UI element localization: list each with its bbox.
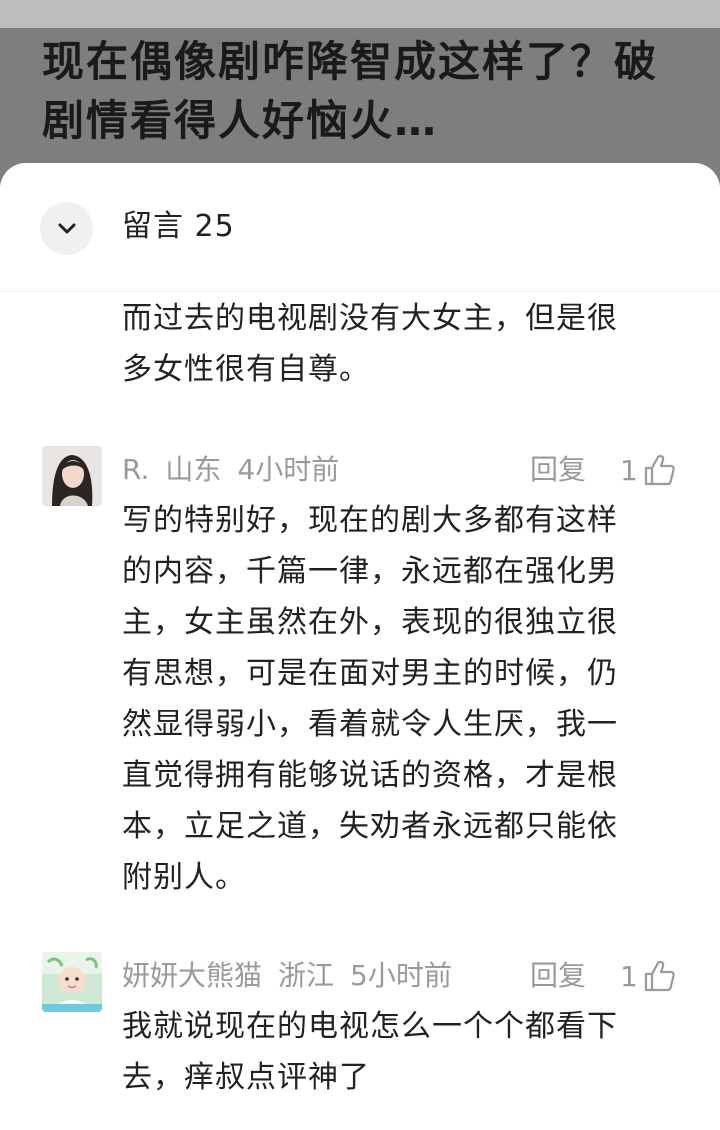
comment-text-line: 去，痒叔点评神了 [122, 1060, 370, 1095]
comment-text-line: 写的特别好，现在的剧大多都有这样 [122, 503, 618, 538]
comment-meta: R. 山东 4小时前 [122, 450, 339, 490]
like-button[interactable]: 1 [620, 956, 676, 996]
comment-text: 写的特别好，现在的剧大多都有这样 的内容，千篇一律，永远都在强化男 主，女主虽然… [122, 495, 662, 903]
comment-time: 5小时前 [350, 959, 452, 992]
comment-username[interactable]: 妍妍大熊猫 [122, 956, 262, 996]
thumbs-up-icon [644, 960, 675, 992]
comment-text-line: 而过去的电视剧没有大女主，但是很 [122, 301, 618, 336]
reply-button[interactable]: 回复 [530, 956, 586, 996]
comment-text: 而过去的电视剧没有大女主，但是很 多女性很有自尊。 [122, 293, 662, 395]
comment-text-line: 的内容，千篇一律，永远都在强化男 [122, 554, 618, 589]
avatar[interactable] [42, 952, 102, 1012]
like-count: 1 [620, 453, 638, 487]
comment-text-line: 附别人。 [122, 860, 246, 895]
reply-button[interactable]: 回复 [530, 450, 586, 490]
comment-count-title: 留言 25 [122, 209, 235, 244]
comment-time: 4小时前 [237, 453, 340, 486]
avatar[interactable] [42, 446, 102, 506]
comment-text: 我就说现在的电视怎么一个个都看下 去，痒叔点评神了 [122, 1001, 662, 1103]
comment-sheet: 留言 25 而过去的电视剧没有大女主，但是很 多女性很有自尊。 R. 山东 4小… [0, 163, 720, 1130]
thumbs-up-icon [644, 454, 675, 486]
avatar-image [42, 446, 102, 506]
comment-username[interactable]: R. [122, 450, 149, 490]
comment-text-line: 有思想，可是在面对男主的时候，仍 [122, 656, 618, 691]
comment-text-line: 多女性很有自尊。 [122, 352, 370, 387]
comment-text-line: 直觉得拥有能够说话的资格，才是根 [122, 758, 618, 793]
comment-location: 浙江 [278, 959, 335, 992]
article-top-strip [0, 0, 720, 28]
comment-text-line: 我就说现在的电视怎么一个个都看下 [122, 1009, 618, 1044]
like-button[interactable]: 1 [620, 450, 676, 490]
comment-meta: 妍妍大熊猫 浙江 5小时前 [122, 956, 452, 996]
article-title: 现在偶像剧咋降智成这样了？破剧情看得人好恼火… [42, 37, 659, 145]
collapse-button[interactable] [40, 202, 93, 255]
comment-sheet-header: 留言 25 [0, 163, 720, 292]
comment-text-line: 主，女主虽然在外，表现的很独立很 [122, 605, 618, 640]
comment-text-line: 然显得弱小，看着就令人生厌，我一 [122, 707, 618, 742]
comment-text-line: 本，立足之道，失劝者永远都只能依 [122, 809, 618, 844]
comment-location: 山东 [165, 453, 222, 486]
like-count: 1 [620, 959, 638, 993]
chevron-down-icon [58, 223, 75, 233]
avatar-image [42, 952, 102, 1012]
